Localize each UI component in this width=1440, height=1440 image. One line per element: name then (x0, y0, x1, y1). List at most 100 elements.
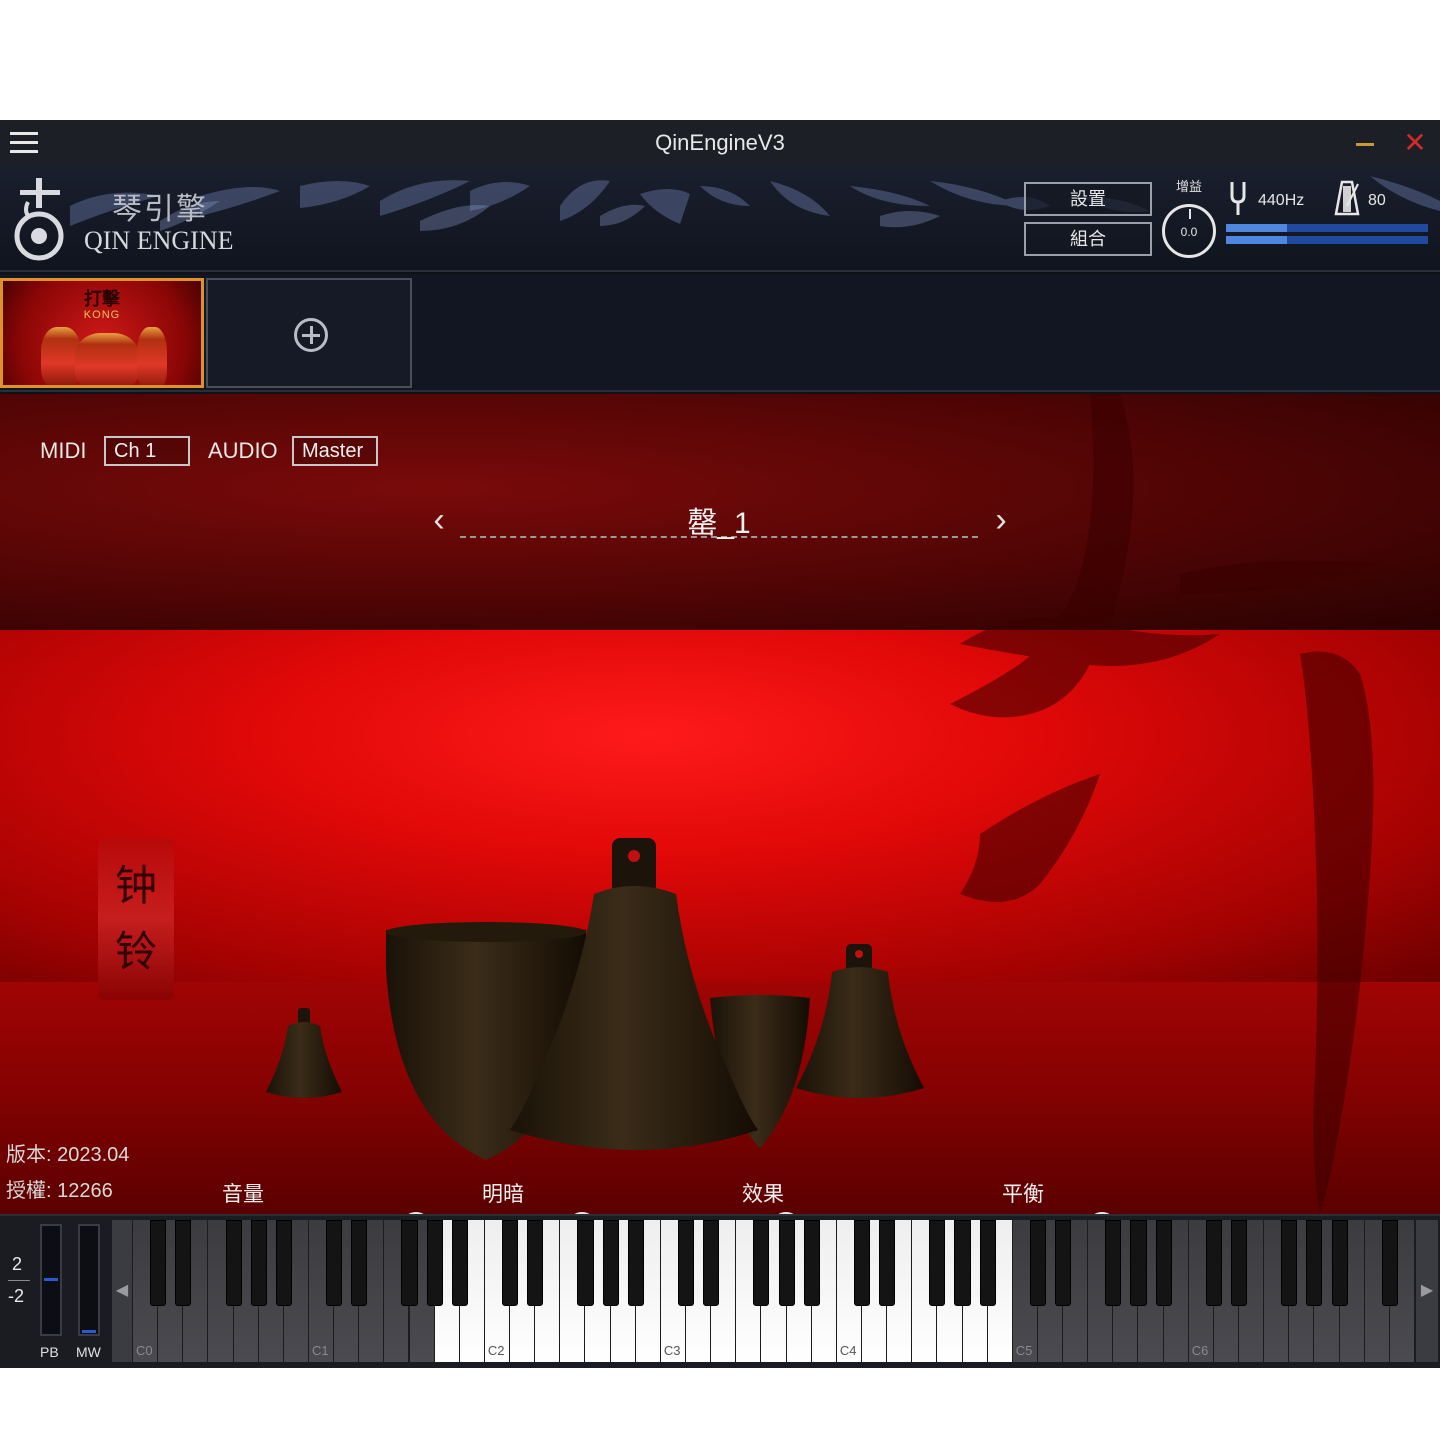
keyboard-area: 2 -2 PB MW ◀ C0 C1 C2 C3 C4 C5 C6 ▶ (0, 1214, 1440, 1368)
logo-english-text: QIN ENGINE (84, 226, 234, 255)
piano-black-key[interactable] (225, 1220, 242, 1306)
piano-black-key[interactable] (929, 1220, 946, 1306)
pitchbend-range-up[interactable]: 2 (12, 1254, 22, 1275)
pitchbend-label: PB (40, 1344, 59, 1360)
output-meter-right (1226, 236, 1428, 244)
piano-black-key[interactable] (1155, 1220, 1172, 1306)
piano-black-key[interactable] (1230, 1220, 1248, 1306)
piano-black-key[interactable] (703, 1220, 720, 1306)
output-meter-left (1226, 224, 1428, 232)
piano-black-key[interactable] (527, 1220, 544, 1306)
preset-name[interactable]: 罄_1 (460, 498, 978, 540)
title-bar: QinEngineV3 ✕ (0, 120, 1440, 166)
instrument-panel: MIDI Ch 1 AUDIO Master ‹ 罄_1 › 钟 铃 音量 明暗… (0, 394, 1440, 1214)
octave-label: C6 (1191, 1343, 1209, 1358)
qin-engine-app: QinEngineV3 ✕ 琴引擎 QIN ENGINE 設置 組合 增益 0.… (0, 120, 1440, 1368)
keyboard-scroll-right-icon[interactable]: ▶ (1416, 1220, 1438, 1362)
piano-black-key[interactable] (150, 1220, 167, 1306)
piano-black-key[interactable] (577, 1220, 594, 1306)
octave-label: C0 (136, 1343, 153, 1358)
piano-keyboard[interactable]: C0 C1 C2 C3 C4 C5 C6 (133, 1220, 1415, 1362)
minimize-button[interactable] (1352, 130, 1380, 156)
piano-black-key[interactable] (627, 1220, 644, 1306)
piano-black-key[interactable] (954, 1220, 971, 1306)
modwheel-label: MW (76, 1344, 101, 1360)
piano-black-key[interactable] (1130, 1220, 1147, 1306)
piano-black-key[interactable] (1055, 1220, 1072, 1306)
instrument-tag-char: 铃 (114, 927, 157, 976)
pitchbend-wheel[interactable] (40, 1224, 62, 1336)
piano-black-key[interactable] (979, 1220, 996, 1306)
piano-black-key[interactable] (1205, 1220, 1222, 1306)
combo-button[interactable]: 組合 (1024, 222, 1152, 256)
octave-label: C4 (839, 1343, 857, 1358)
piano-black-key[interactable] (879, 1220, 896, 1306)
slot-subtitle: KONG (83, 309, 121, 321)
piano-black-key[interactable] (502, 1220, 519, 1306)
metronome-icon[interactable] (1334, 180, 1360, 216)
add-instrument-slot[interactable] (206, 278, 412, 388)
effect-label: 效果 (742, 1183, 784, 1206)
instrument-slots: 打擊 KONG (0, 274, 1440, 392)
piano-black-key[interactable] (1105, 1220, 1122, 1306)
piano-black-key[interactable] (275, 1220, 292, 1306)
piano-black-key[interactable] (426, 1220, 443, 1306)
octave-label: C1 (311, 1343, 329, 1358)
tuning-fork-icon[interactable] (1228, 180, 1248, 216)
piano-black-key[interactable] (677, 1220, 695, 1306)
piano-black-key[interactable] (778, 1220, 795, 1306)
logo-chinese-text: 琴引擎 (112, 192, 208, 227)
audio-output-select[interactable]: Master (292, 436, 378, 466)
piano-black-key[interactable] (451, 1220, 468, 1306)
piano-black-key[interactable] (175, 1220, 192, 1306)
modulation-wheel[interactable] (78, 1224, 100, 1336)
piano-black-key[interactable] (326, 1220, 343, 1306)
next-preset-button[interactable]: › (986, 502, 1016, 538)
piano-black-key[interactable] (602, 1220, 619, 1306)
instrument-slot-active[interactable]: 打擊 KONG (0, 278, 204, 388)
gain-value: 0.0 (1180, 225, 1198, 239)
gain-label: 增益 (1176, 179, 1203, 194)
brush-stroke-decoration (70, 176, 1440, 231)
pitchbend-range-divider (8, 1280, 30, 1281)
add-circle-icon (294, 318, 328, 352)
piano-black-key[interactable] (1331, 1220, 1348, 1306)
instrument-tag: 钟 铃 (98, 838, 174, 1000)
octave-label: C2 (487, 1343, 505, 1358)
gain-knob[interactable]: 0.0 (1162, 204, 1216, 258)
keyboard-scroll-left-icon[interactable]: ◀ (112, 1220, 132, 1362)
settings-button[interactable]: 設置 (1024, 182, 1152, 216)
drum-image (137, 327, 167, 385)
piano-black-key[interactable] (1381, 1220, 1398, 1306)
instrument-tag-char: 钟 (114, 861, 157, 910)
piano-black-key[interactable] (351, 1220, 368, 1306)
octave-label: C3 (663, 1343, 681, 1358)
tempo-value[interactable]: 80 (1368, 192, 1386, 210)
balance-label: 平衡 (1002, 1183, 1044, 1206)
midi-label: MIDI (40, 438, 87, 463)
midi-channel-select[interactable]: Ch 1 (104, 436, 190, 466)
brightness-label: 明暗 (482, 1183, 524, 1206)
piano-black-key[interactable] (803, 1220, 820, 1306)
piano-black-key[interactable] (753, 1220, 770, 1306)
bells-image (266, 838, 924, 1160)
slot-title: 打擊 (84, 289, 120, 310)
piano-black-key[interactable] (1306, 1220, 1323, 1306)
audio-label: AUDIO (208, 438, 278, 463)
piano-black-key[interactable] (401, 1220, 418, 1306)
piano-black-key[interactable] (1281, 1220, 1298, 1306)
piano-black-key[interactable] (1029, 1220, 1046, 1306)
drum-image (75, 333, 139, 385)
tuning-value[interactable]: 440Hz (1258, 192, 1304, 210)
piano-black-key[interactable] (853, 1220, 870, 1306)
octave-label: C5 (1015, 1343, 1033, 1358)
previous-preset-button[interactable]: ‹ (424, 502, 454, 538)
window-title: QinEngineV3 (655, 130, 785, 155)
volume-label: 音量 (222, 1183, 264, 1206)
header-bar: 琴引擎 QIN ENGINE 設置 組合 增益 0.0 440Hz 80 (0, 166, 1440, 272)
close-button[interactable]: ✕ (1400, 128, 1430, 158)
logo-icon (14, 178, 64, 261)
piano-black-key[interactable] (250, 1220, 267, 1306)
license-text: 授權: 12266 (6, 1180, 113, 1202)
pitchbend-range-down[interactable]: -2 (8, 1286, 24, 1307)
